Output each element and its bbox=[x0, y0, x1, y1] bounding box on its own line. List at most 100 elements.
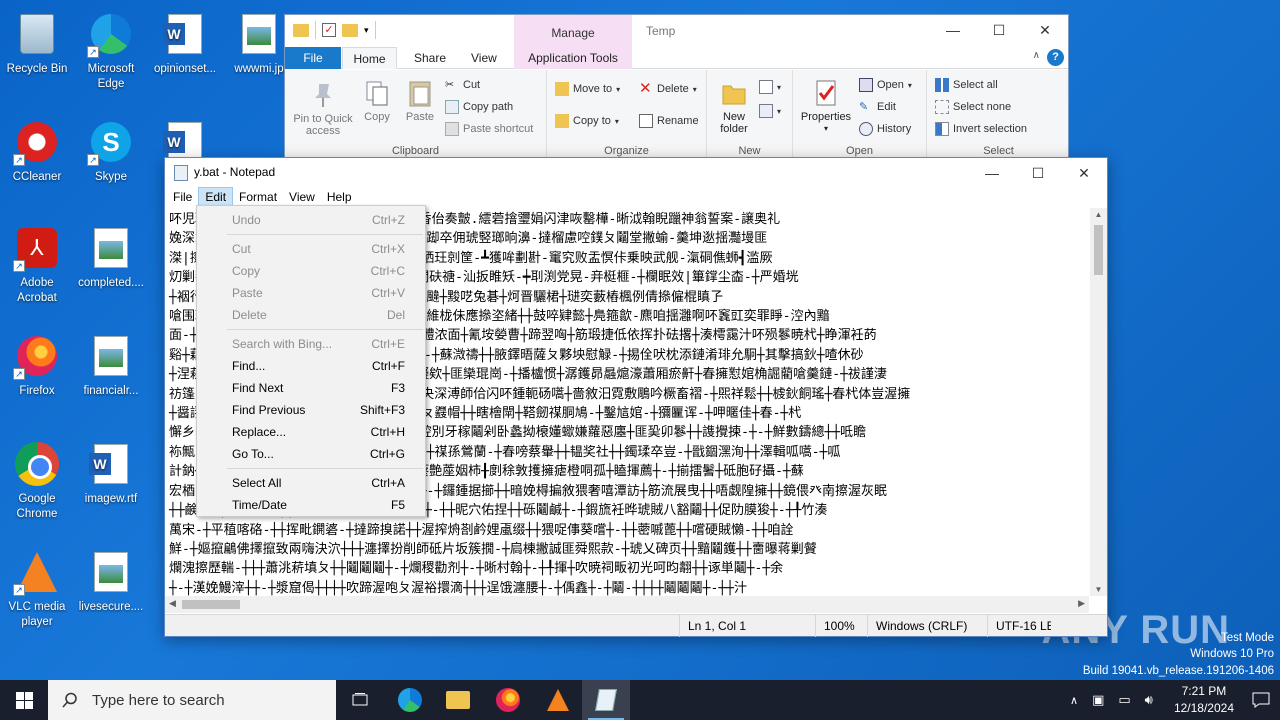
menu-item-shortcut: Ctrl+F bbox=[372, 359, 405, 373]
menu-help[interactable]: Help bbox=[321, 187, 358, 207]
taskbar-firefox[interactable] bbox=[484, 680, 532, 720]
new-folder-button[interactable]: New folder bbox=[715, 78, 753, 135]
desktop-icon-livesecure[interactable]: livesecure.... bbox=[74, 548, 148, 615]
minimize-button[interactable]: — bbox=[969, 158, 1015, 188]
edit-button[interactable]: ✎ Edit bbox=[859, 100, 896, 114]
select-none-button[interactable]: Select none bbox=[935, 100, 1011, 114]
open-button[interactable]: Open ▾ bbox=[859, 78, 912, 92]
scroll-left-icon[interactable]: ◀ bbox=[169, 598, 176, 609]
help-icon[interactable]: ? bbox=[1047, 49, 1064, 66]
taskbar-notepad[interactable] bbox=[582, 680, 630, 720]
ribbon-collapse-icon[interactable]: ∧ bbox=[1033, 50, 1040, 61]
desktop-icon-recycle-bin[interactable]: Recycle Bin bbox=[0, 10, 74, 77]
tab-home[interactable]: Home bbox=[342, 47, 397, 69]
tab-share[interactable]: Share bbox=[402, 47, 458, 69]
menu-view[interactable]: View bbox=[283, 187, 321, 207]
horizontal-scrollbar[interactable]: ◀ ▶ bbox=[165, 596, 1089, 613]
window-controls: — ☐ ✕ bbox=[969, 158, 1107, 188]
task-view-button[interactable] bbox=[336, 680, 384, 720]
menu-item-find-next[interactable]: Find Next F3 bbox=[197, 377, 425, 399]
desktop-icon-ccleaner[interactable]: ↗ CCleaner bbox=[0, 118, 74, 185]
pin-quick-access-button[interactable]: Pin to Quick access bbox=[291, 80, 355, 137]
desktop-icon-opinionset[interactable]: opinionset... bbox=[148, 10, 222, 77]
menu-item-find-previous[interactable]: Find Previous Shift+F3 bbox=[197, 399, 425, 421]
taskbar-clock[interactable]: 7:21 PM 12/18/2024 bbox=[1174, 683, 1234, 717]
notepad-titlebar[interactable]: y.bat - Notepad — ☐ ✕ bbox=[165, 158, 1107, 187]
desktop-icon-imagew[interactable]: imagew.rtf bbox=[74, 440, 148, 507]
notifications-button[interactable] bbox=[1252, 680, 1270, 720]
customize-qat-icon[interactable]: ▾ bbox=[364, 25, 369, 36]
minimize-button[interactable]: — bbox=[930, 15, 976, 45]
taskbar-edge[interactable] bbox=[386, 680, 434, 720]
rename-button[interactable]: Rename bbox=[639, 114, 699, 128]
start-button[interactable] bbox=[0, 680, 48, 720]
menu-item-delete[interactable]: Delete Del bbox=[197, 304, 425, 326]
taskbar-vlc[interactable] bbox=[534, 680, 582, 720]
taskbar-search-box[interactable]: Type here to search bbox=[48, 680, 336, 720]
scrollbar-thumb[interactable] bbox=[182, 600, 240, 609]
menu-item-find[interactable]: Find... Ctrl+F bbox=[197, 355, 425, 377]
desktop-icon-skype[interactable]: S ↗ Skype bbox=[74, 118, 148, 185]
dropdown-arrow-icon: ▾ bbox=[614, 116, 619, 126]
close-button[interactable]: ✕ bbox=[1061, 158, 1107, 188]
show-hidden-icons-icon[interactable]: ∧ bbox=[1070, 694, 1078, 707]
new-folder-quick-icon[interactable] bbox=[342, 23, 358, 37]
tab-file[interactable]: File bbox=[285, 47, 341, 69]
tab-application-tools[interactable]: Application Tools bbox=[514, 47, 632, 69]
easy-access-button[interactable]: ▾ bbox=[759, 104, 781, 118]
paste-shortcut-button[interactable]: Paste shortcut bbox=[445, 122, 533, 136]
properties-quick-icon[interactable]: ✓ bbox=[322, 23, 336, 37]
menu-divider bbox=[227, 468, 423, 469]
volume-icon[interactable]: 🔊︎ bbox=[1145, 692, 1153, 708]
menu-item-copy[interactable]: Copy Ctrl+C bbox=[197, 260, 425, 282]
menu-item-paste[interactable]: Paste Ctrl+V bbox=[197, 282, 425, 304]
menu-file[interactable]: File bbox=[167, 187, 198, 207]
desktop-icon-chrome[interactable]: Google Chrome bbox=[0, 440, 74, 522]
move-to-button[interactable]: Move to ▾ bbox=[555, 82, 620, 96]
cut-button[interactable]: ✂ Cut bbox=[445, 78, 480, 92]
ribbon-group-organize: Move to ▾ ✕ Delete ▾ Copy to ▾ Rename Organi… bbox=[547, 70, 707, 159]
history-label: History bbox=[877, 123, 912, 135]
watermark-build: Build 19041.vb_release.191206-1406 bbox=[1082, 665, 1274, 677]
history-button[interactable]: History bbox=[859, 122, 911, 136]
battery-icon[interactable]: ▭ bbox=[1118, 692, 1130, 708]
desktop-icon-completed[interactable]: completed.... bbox=[74, 224, 148, 291]
scroll-up-icon[interactable]: ▲ bbox=[1090, 210, 1107, 219]
paste-button[interactable]: Paste bbox=[401, 78, 439, 123]
delete-button[interactable]: ✕ Delete ▾ bbox=[639, 81, 697, 96]
menu-item-undo[interactable]: Undo Ctrl+Z bbox=[197, 209, 425, 231]
menu-item-label: Cut bbox=[232, 242, 251, 256]
menu-item-cut[interactable]: Cut Ctrl+X bbox=[197, 238, 425, 260]
vertical-scrollbar[interactable]: ▲ ▼ bbox=[1090, 208, 1107, 596]
menu-bar: File Edit Format View Help bbox=[165, 187, 1107, 207]
desktop-icon-firefox[interactable]: ↗ Firefox bbox=[0, 332, 74, 399]
close-button[interactable]: ✕ bbox=[1022, 15, 1068, 45]
menu-format[interactable]: Format bbox=[233, 187, 283, 207]
scroll-down-icon[interactable]: ▼ bbox=[1090, 585, 1107, 594]
taskbar-file-explorer[interactable] bbox=[434, 680, 482, 720]
select-all-button[interactable]: Select all bbox=[935, 78, 998, 92]
desktop-icon-financialr[interactable]: financialr... bbox=[74, 332, 148, 399]
network-icon[interactable]: ▣ bbox=[1092, 692, 1104, 708]
scroll-right-icon[interactable]: ▶ bbox=[1078, 598, 1085, 609]
desktop-icon-vlc[interactable]: ↗ VLC media player bbox=[0, 548, 74, 630]
tab-view[interactable]: View bbox=[459, 47, 509, 69]
maximize-button[interactable]: ☐ bbox=[976, 15, 1022, 45]
menu-item-time-date[interactable]: Time/Date F5 bbox=[197, 494, 425, 516]
desktop-icon-edge[interactable]: ↗ Microsoft Edge bbox=[74, 10, 148, 92]
menu-item-select-all[interactable]: Select All Ctrl+A bbox=[197, 472, 425, 494]
desktop-icon-acrobat[interactable]: ⅄ ↗ Adobe Acrobat bbox=[0, 224, 74, 306]
new-item-button[interactable]: ▾ bbox=[759, 80, 781, 94]
watermark-test-mode: Test Mode bbox=[1220, 632, 1274, 644]
copy-to-button[interactable]: Copy to ▾ bbox=[555, 114, 619, 128]
menu-item-go-to[interactable]: Go To... Ctrl+G bbox=[197, 443, 425, 465]
menu-item-replace[interactable]: Replace... Ctrl+H bbox=[197, 421, 425, 443]
menu-edit[interactable]: Edit bbox=[198, 187, 234, 207]
invert-selection-button[interactable]: Invert selection bbox=[935, 122, 1027, 136]
scrollbar-thumb[interactable] bbox=[1094, 225, 1103, 275]
menu-item-search-bing[interactable]: Search with Bing... Ctrl+E bbox=[197, 333, 425, 355]
properties-button[interactable]: Properties ▾ bbox=[797, 78, 855, 135]
maximize-button[interactable]: ☐ bbox=[1015, 158, 1061, 188]
copy-button[interactable]: Copy bbox=[359, 78, 395, 123]
copy-path-button[interactable]: Copy path bbox=[445, 100, 513, 114]
